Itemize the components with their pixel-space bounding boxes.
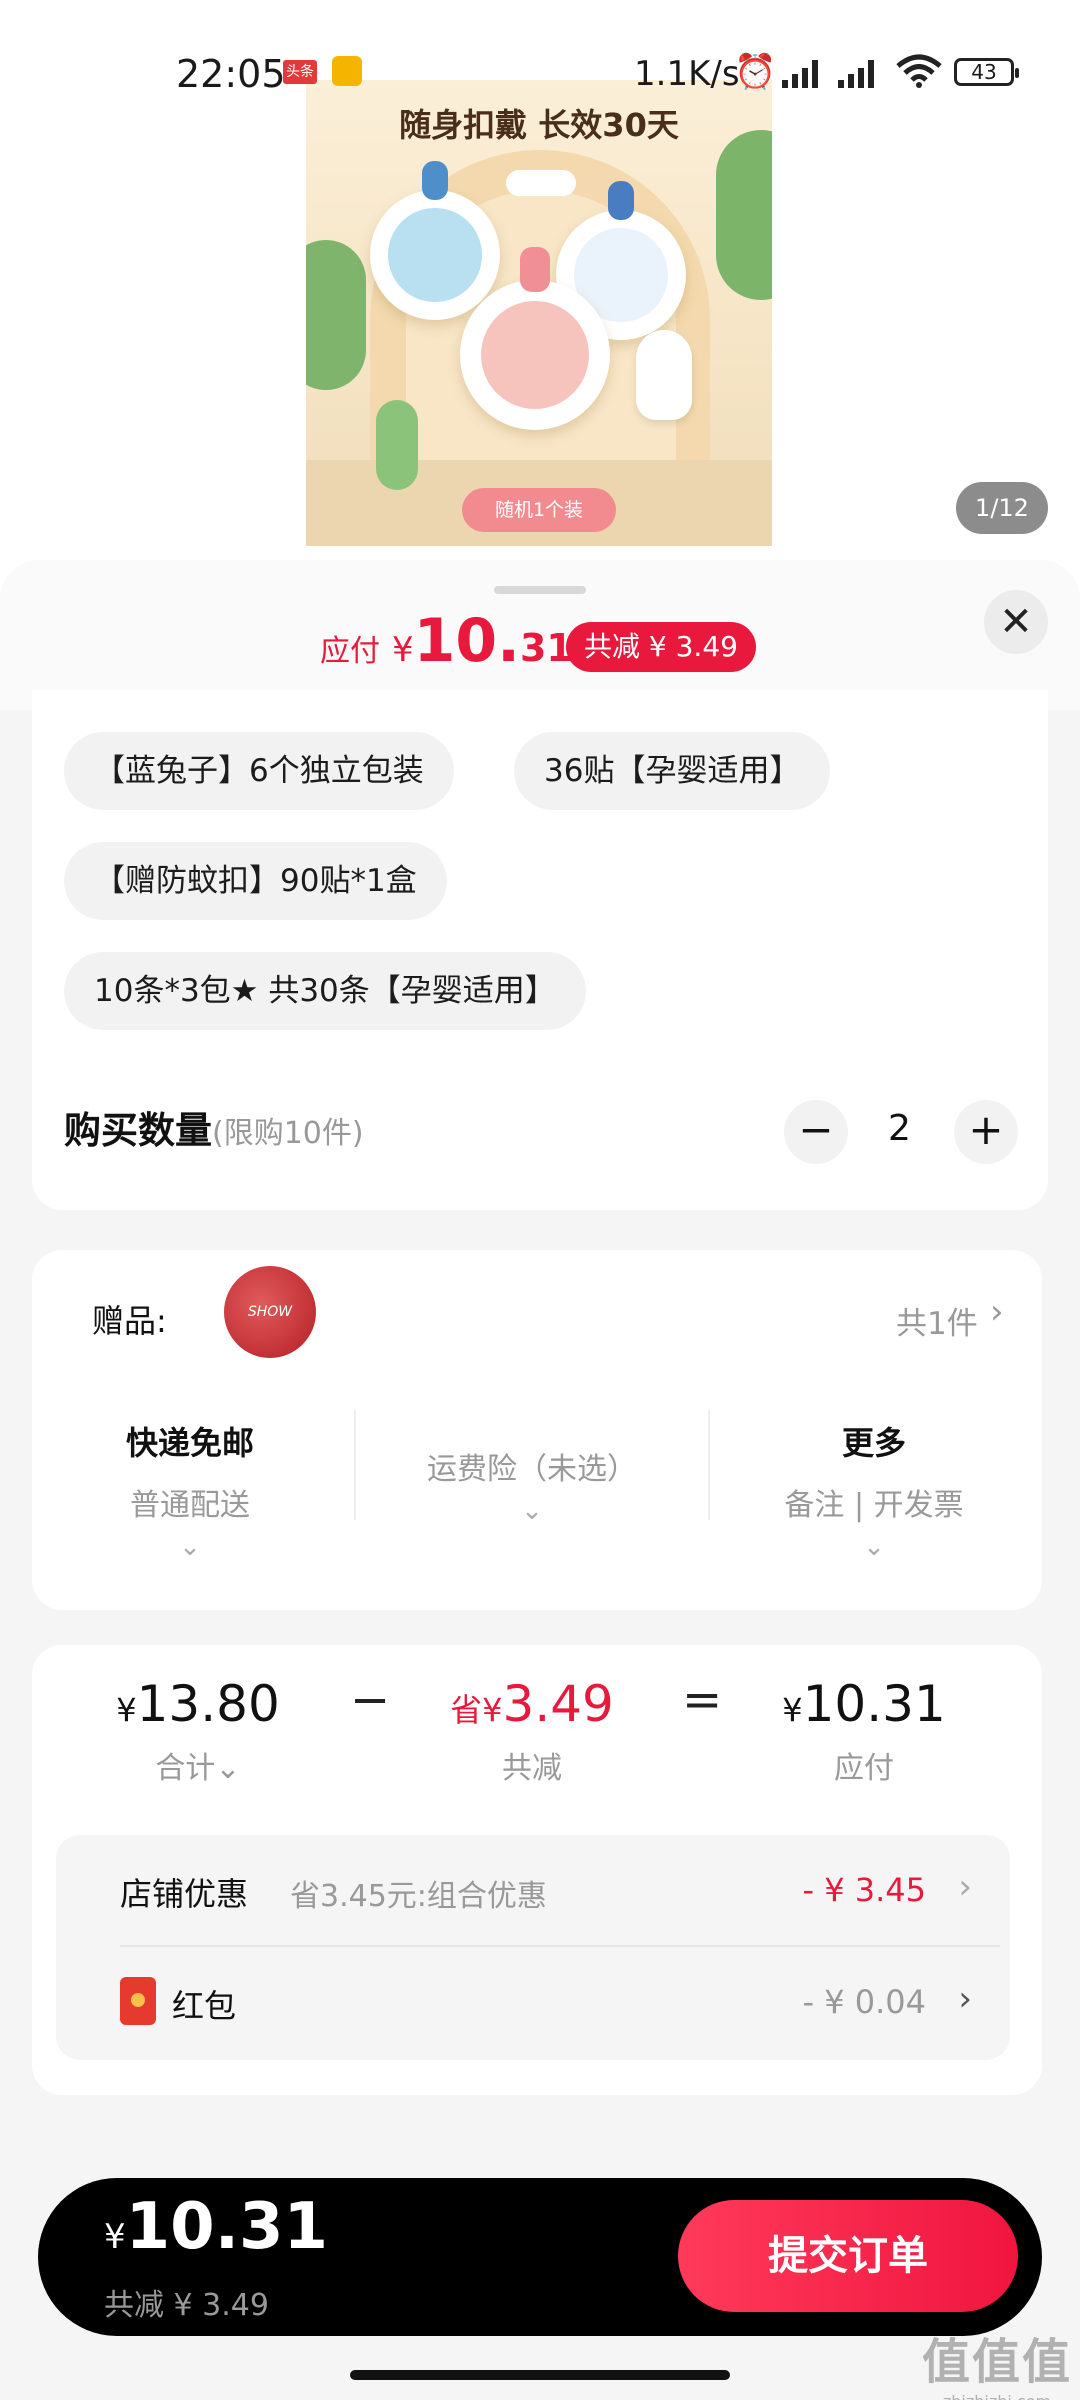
payable-integer: 10.	[413, 606, 520, 676]
network-speed: 1.1K/s	[634, 54, 740, 94]
promo-row-store[interactable]: 店铺优惠 省3.45元:组合优惠 - ¥ 3.45 ›	[56, 1835, 1010, 1945]
shipping-option-insurance[interactable]: 运费险（未选） ⌄	[382, 1418, 682, 1526]
currency-symbol: ¥	[782, 1691, 803, 1729]
shipping-option-more[interactable]: 更多 备注 | 开发票 ⌄	[724, 1418, 1024, 1562]
chevron-down-icon: ⌄	[179, 1532, 201, 1562]
checkout-saved: 共减 ¥ 3.49	[104, 2288, 269, 2323]
home-indicator[interactable]	[350, 2370, 730, 2380]
quantity-plus-button[interactable]: +	[954, 1100, 1018, 1164]
payable-summary: ¥10.31 应付	[744, 1675, 984, 1787]
equals-sign: =	[682, 1672, 723, 1728]
spec-option-chip[interactable]: 【赠防蚊扣】90贴*1盒	[64, 842, 447, 920]
shipping-subtitle: 普通配送	[130, 1488, 250, 1523]
saved-value: 3.49	[502, 1675, 614, 1733]
promo-description: 省3.45元:组合优惠	[290, 1879, 547, 1914]
spec-card: 【蓝兔子】6个独立包装 36贴【孕婴适用】 【赠防蚊扣】90贴*1盒 10条*3…	[32, 690, 1048, 1210]
chevron-right-icon[interactable]: ›	[990, 1292, 1004, 1332]
mail-app-icon	[332, 56, 362, 86]
total-amount: ¥13.80 合计⌄	[78, 1675, 318, 1787]
currency-symbol: ¥	[482, 1691, 503, 1729]
gift-label: 赠品:	[92, 1302, 167, 1340]
promo-amount: - ¥ 0.04	[802, 1983, 927, 2021]
spec-option-chip[interactable]: 36贴【孕婴适用】	[514, 732, 831, 810]
checkout-total-value: 10.31	[125, 2190, 329, 2264]
currency-symbol: ¥	[392, 630, 414, 670]
close-button[interactable]: ✕	[984, 590, 1048, 654]
payable-amount: 应付 ¥10.31	[320, 606, 573, 676]
site-watermark: 值值值 zhizhizhi.com	[922, 2322, 1072, 2400]
dino-clip-illustration	[370, 161, 500, 320]
order-sheet: 应付 ¥10.31 共减 ¥ 3.49 ✕ 【蓝兔子】6个独立包装 36贴【孕婴适…	[0, 560, 1080, 2400]
tree-illustration	[716, 130, 772, 300]
watermark-logo: 值值值	[922, 2334, 1073, 2390]
quantity-minus-button[interactable]: −	[784, 1100, 848, 1164]
promo-label: 店铺优惠	[120, 1875, 249, 1913]
shipping-title: 更多	[841, 1424, 906, 1462]
promo-label: 红包	[172, 1987, 237, 2025]
discount-badge: 共减 ¥ 3.49	[566, 622, 756, 672]
payable-decimal: 31	[519, 626, 573, 670]
payable-value: 10.31	[802, 1675, 946, 1733]
tree-illustration	[306, 240, 366, 390]
divider	[708, 1410, 710, 1520]
watermark-url: zhizhizhi.com	[922, 2392, 1072, 2400]
saved-caption: 共减	[502, 1751, 562, 1786]
spec-option-chip[interactable]: 10条*3包★ 共30条【孕婴适用】	[64, 952, 586, 1030]
shipping-title: 快递免邮	[125, 1424, 254, 1462]
status-time: 22:05	[176, 52, 286, 96]
promotions-list: 店铺优惠 省3.45元:组合优惠 - ¥ 3.45 › 红包 - ¥ 0.04 …	[56, 1835, 1010, 2060]
wifi-icon	[896, 54, 942, 88]
gift-thumbnail[interactable]: SHOW	[224, 1266, 316, 1358]
shipping-subtitle: 运费险（未选）	[427, 1452, 637, 1487]
chevron-right-icon: ›	[958, 1979, 972, 2019]
cloud-illustration	[506, 170, 576, 196]
submit-order-button[interactable]: 提交订单	[678, 2200, 1018, 2312]
saved-prefix: 省	[450, 1691, 483, 1729]
shipping-option-express[interactable]: 快递免邮 普通配送 ⌄	[40, 1418, 340, 1562]
image-page-counter: 1/12	[956, 482, 1048, 534]
chevron-right-icon: ›	[958, 1867, 972, 1907]
quantity-title: 购买数量	[64, 1109, 212, 1152]
payable-caption: 应付	[834, 1751, 894, 1786]
signal-icon	[782, 60, 818, 88]
total-value: 13.80	[136, 1675, 280, 1733]
quantity-value: 2	[888, 1108, 911, 1149]
chevron-down-icon: ⌄	[863, 1532, 885, 1562]
quantity-label: 购买数量(限购10件)	[64, 1100, 364, 1154]
bunny-clip-illustration	[460, 247, 610, 430]
signal-hd-icon	[838, 60, 874, 88]
saved-amount: 省¥3.49 共减	[412, 1675, 652, 1787]
checkout-bar: ¥10.31 共减 ¥ 3.49 提交订单	[38, 2178, 1042, 2336]
minus-sign: −	[350, 1672, 391, 1728]
tree-illustration	[376, 400, 418, 490]
promo-row-redpacket[interactable]: 红包 - ¥ 0.04 ›	[56, 1947, 1010, 2057]
shipping-subtitle: 备注 | 开发票	[784, 1488, 964, 1523]
total-caption[interactable]: 合计⌄	[78, 1743, 318, 1787]
spec-option-chip[interactable]: 【蓝兔子】6个独立包装	[64, 732, 454, 810]
payable-label: 应付	[320, 634, 380, 669]
currency-symbol: ¥	[104, 2217, 126, 2257]
divider	[354, 1410, 356, 1520]
red-packet-icon	[120, 1977, 156, 2025]
image-tag: 随机1个装	[462, 488, 616, 532]
bunny-figure-illustration	[636, 330, 692, 420]
drag-handle[interactable]	[494, 586, 586, 594]
battery-icon: 43	[954, 58, 1019, 86]
currency-symbol: ¥	[116, 1691, 137, 1729]
status-bar: 22:05 头条 1.1K/s ⏰ 43	[0, 0, 1080, 150]
news-app-icon: 头条	[283, 60, 317, 84]
checkout-total: ¥10.31	[104, 2190, 328, 2264]
alarm-icon: ⏰	[734, 52, 777, 92]
promo-amount: - ¥ 3.45	[802, 1871, 927, 1909]
chevron-down-icon: ⌄	[521, 1496, 543, 1526]
quantity-limit: (限购10件)	[212, 1116, 364, 1151]
gift-count[interactable]: 共1件	[896, 1298, 978, 1343]
